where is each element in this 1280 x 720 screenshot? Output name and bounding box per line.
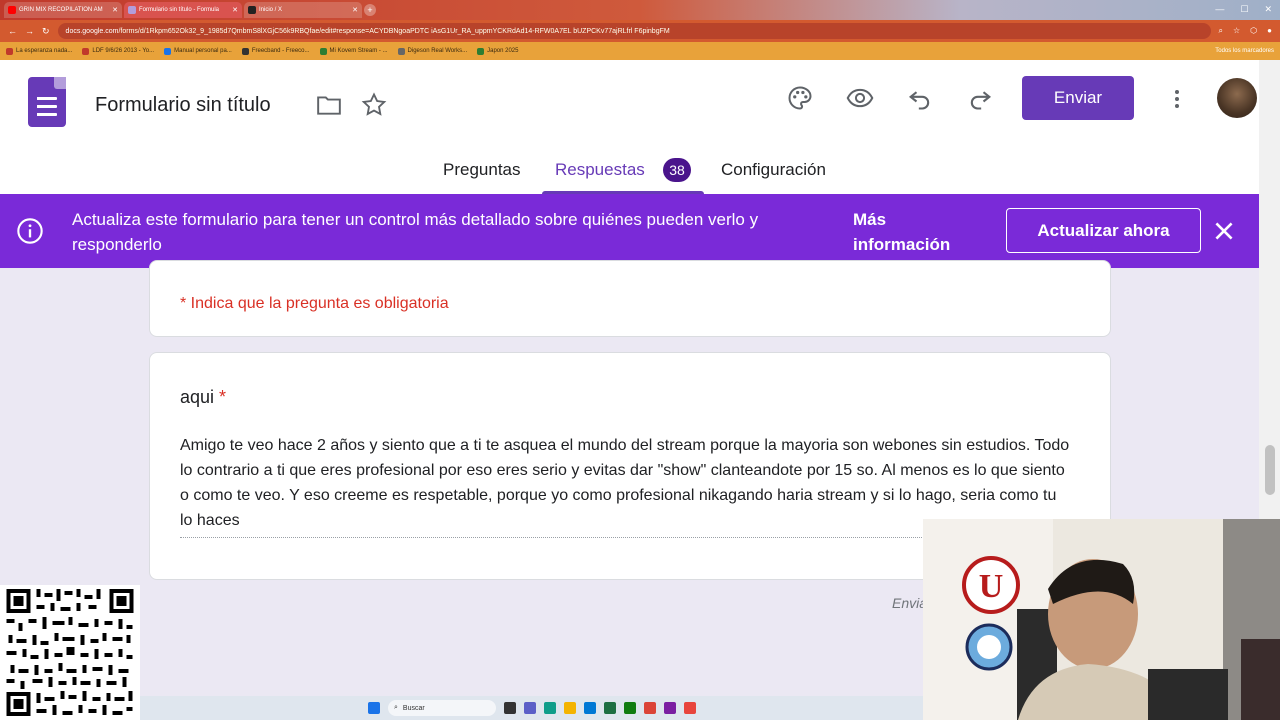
teams-icon[interactable]	[524, 702, 536, 714]
xbox-icon[interactable]	[624, 702, 636, 714]
address-bar-row: ← → ↻ docs.google.com/forms/d/1Rkpm652Ok…	[0, 20, 1280, 42]
browser-tab-label: GRIN MIX RECOPILATION AM	[19, 7, 103, 13]
preview-eye-icon[interactable]	[846, 84, 874, 112]
question-title: aqui *	[180, 387, 226, 408]
more-info-link[interactable]: Más información	[853, 207, 973, 257]
browser-tab-label: Formulario sin título - Formula	[139, 7, 219, 13]
redo-icon[interactable]	[966, 84, 994, 112]
upgrade-banner: Actualiza este formulario para tener un …	[0, 194, 1259, 268]
new-tab-icon[interactable]: +	[364, 4, 376, 16]
app-icon[interactable]	[664, 702, 676, 714]
browser-tab-1[interactable]: GRIN MIX RECOPILATION AM ✕	[4, 2, 122, 18]
close-icon[interactable]	[1211, 218, 1237, 244]
bookmark-icon	[320, 48, 327, 55]
bookmark-icon	[164, 48, 171, 55]
qr-code-image	[0, 585, 140, 720]
zoom-icon[interactable]: ⌕	[1219, 26, 1223, 36]
youtube-favicon-icon	[8, 6, 16, 14]
tab-responses[interactable]: Respuestas	[555, 160, 645, 180]
required-asterisk: *	[219, 387, 226, 407]
maximize-icon[interactable]: ☐	[1240, 4, 1248, 15]
palette-icon[interactable]	[786, 84, 814, 112]
extensions-icon[interactable]: ⬡	[1250, 26, 1257, 36]
browser-tab-strip: GRIN MIX RECOPILATION AM ✕ Formulario si…	[0, 0, 1280, 20]
bookmark-icon	[477, 48, 484, 55]
taskbar-search-field[interactable]: ⌕ Buscar	[388, 700, 496, 716]
bookmark-icon	[82, 48, 89, 55]
address-bar-icons: ⌕ ☆ ⬡ ●	[1219, 26, 1272, 36]
excel-icon[interactable]	[604, 702, 616, 714]
page-scrollbar-thumb[interactable]	[1265, 445, 1275, 495]
close-tab-icon[interactable]: ✕	[232, 6, 238, 14]
question-title-text: aqui	[180, 387, 214, 407]
url-field[interactable]: docs.google.com/forms/d/1Rkpm652Ok32_9_1…	[58, 23, 1211, 39]
tab-questions[interactable]: Preguntas	[443, 160, 521, 180]
undo-icon[interactable]	[906, 84, 934, 112]
reload-icon[interactable]: ↻	[42, 26, 50, 37]
update-now-button[interactable]: Actualizar ahora	[1006, 208, 1201, 253]
windows-start-icon[interactable]	[368, 702, 380, 714]
os-taskbar: ⌕ Buscar	[140, 696, 924, 720]
document-title[interactable]: Formulario sin título	[95, 94, 271, 117]
search-icon: ⌕	[394, 704, 398, 712]
submitted-footer-text: Envia	[892, 595, 927, 611]
close-tab-icon[interactable]: ✕	[352, 6, 358, 14]
browser-tab-3[interactable]: Inicio / X ✕	[244, 2, 362, 18]
back-icon[interactable]: ←	[8, 26, 17, 36]
task-view-icon[interactable]	[504, 702, 516, 714]
profile-icon[interactable]: ●	[1267, 26, 1272, 36]
browser-tab-label: Inicio / X	[259, 7, 282, 13]
webcam-overlay-image: U	[923, 519, 1280, 720]
bookmark-item[interactable]: Manual personal pa...	[164, 48, 232, 55]
bookmark-icon	[398, 48, 405, 55]
forms-header: Formulario sin título Enviar Preguntas R…	[0, 60, 1280, 194]
file-explorer-icon[interactable]	[564, 702, 576, 714]
bookmark-icon	[242, 48, 249, 55]
responses-count-badge: 38	[663, 158, 691, 182]
all-bookmarks-link[interactable]: Todos los marcadores	[1215, 48, 1274, 54]
bookmark-item[interactable]: Mi Kovem Stream - ...	[320, 48, 388, 55]
bookmarks-bar: La esperanza nada... LDF 9/6/26 2013 - Y…	[0, 42, 1280, 60]
google-forms-logo-icon[interactable]	[28, 77, 66, 127]
chrome-icon[interactable]	[644, 702, 656, 714]
url-path: /forms/d/1Rkpm652Ok32_9_1985d7QmbmS8lXGj…	[118, 28, 669, 35]
bookmark-item[interactable]: Digeson Real Works...	[398, 48, 468, 55]
bookmark-item[interactable]: LDF 9/6/26 2013 - Yo...	[82, 48, 154, 55]
minimize-icon[interactable]: —	[1215, 4, 1224, 15]
form-tabs: Preguntas Respuestas 38 Configuración	[0, 152, 1280, 194]
bookmark-item[interactable]: La esperanza nada...	[6, 48, 72, 55]
move-folder-icon[interactable]	[316, 92, 342, 118]
tab-settings[interactable]: Configuración	[721, 160, 826, 180]
browser-tab-2[interactable]: Formulario sin título - Formula ✕	[124, 2, 242, 18]
window-controls: — ☐ ✕	[1215, 4, 1272, 15]
info-icon	[16, 217, 44, 245]
url-host: docs.google.com	[66, 28, 119, 35]
store-icon[interactable]	[584, 702, 596, 714]
star-icon[interactable]	[360, 91, 388, 119]
required-note: * Indica que la pregunta es obligatoria	[180, 295, 449, 313]
forms-favicon-icon	[128, 6, 136, 14]
window-close-icon[interactable]: ✕	[1264, 4, 1272, 15]
account-avatar[interactable]	[1217, 78, 1257, 118]
forward-icon[interactable]: →	[25, 26, 34, 36]
bookmark-item[interactable]: Freecband - Freeco...	[242, 48, 310, 55]
more-options-icon[interactable]	[1165, 86, 1189, 112]
form-header-card: * Indica que la pregunta es obligatoria	[149, 260, 1111, 337]
close-tab-icon[interactable]: ✕	[112, 6, 118, 14]
edge-icon[interactable]	[544, 702, 556, 714]
svg-text:U: U	[979, 568, 1004, 605]
x-favicon-icon	[248, 6, 256, 14]
bookmark-icon	[6, 48, 13, 55]
taskbar-search-label: Buscar	[403, 705, 425, 712]
bookmark-star-icon[interactable]: ☆	[1233, 26, 1240, 36]
chrome-profile-icon[interactable]	[684, 702, 696, 714]
send-button[interactable]: Enviar	[1022, 76, 1134, 120]
banner-message: Actualiza este formulario para tener un …	[72, 207, 832, 257]
bookmark-item[interactable]: Japon 2025	[477, 48, 518, 55]
